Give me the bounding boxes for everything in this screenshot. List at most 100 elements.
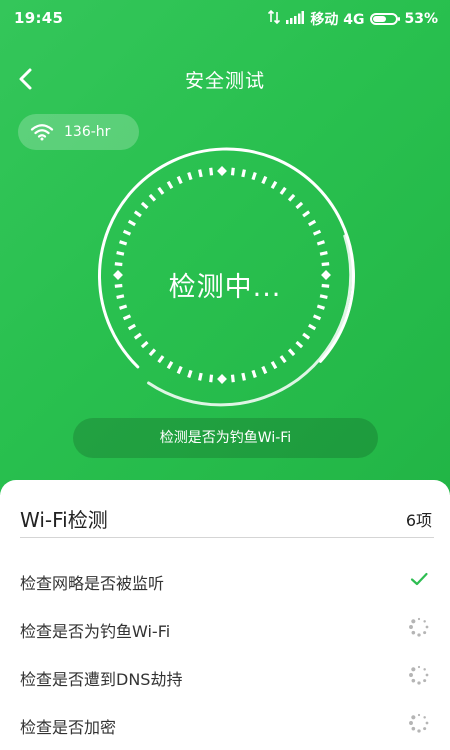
dial-minor-tick [295,340,304,349]
dial-minor-tick [119,240,128,246]
spinner-dot [423,620,426,623]
dial-outer-ring [97,147,355,369]
loading-spinner-icon [409,713,429,733]
sheet-header: Wi-Fi检测 6项 [20,500,432,540]
spinner-dot [411,619,416,624]
dial-minor-tick [251,172,257,181]
dial-minor-tick [308,323,317,331]
dial-sweep-arc [147,234,353,407]
dial-minor-tick [251,369,257,378]
check-item-label: 检查网略是否被监听 [20,574,165,593]
spinner-dot [409,673,413,677]
dial-minor-tick [127,219,136,227]
spinner-dot [409,721,413,725]
dial-minor-tick [279,355,287,364]
battery-percent: 53% [404,11,438,27]
check-item: 检查网略是否被监听 [20,560,430,604]
dial-minor-tick [187,369,193,378]
check-item: 检查是否为钓鱼Wi-Fi [20,608,430,652]
dial-minor-tick [308,219,317,227]
spinner-dot [411,667,416,672]
spinner-dot [411,678,416,683]
loading-spinner-icon [409,665,429,685]
dial-minor-tick [157,186,165,195]
spinner-dot [417,681,421,685]
dial-minor-tick [287,348,296,357]
page-title: 安全测试 [184,70,265,92]
check-item: 检查是否加密 [20,704,430,748]
dial-minor-tick [166,361,174,370]
scan-status-text: 检测中... [168,272,282,303]
dial-minor-tick [316,304,325,310]
dial-minor-tick [127,323,136,331]
status-time: 19:45 [14,9,64,27]
spinner-dot [423,727,427,731]
dial-minor-tick [176,365,183,375]
dial-minor-tick [302,332,311,340]
dial-minor-tick [157,355,165,364]
check-item-label: 检查是否为钓鱼Wi-Fi [20,622,171,641]
scan-header-panel: 19:45 移动 4G 53% 安全测试 136-hr 检测中... 检测是否为… [0,0,450,495]
dial-minor-tick [261,175,268,185]
sheet-title: Wi-Fi检测 [20,508,108,532]
dial-minor-tick [241,372,246,381]
dial-minor-tick [230,374,235,383]
spinner-dot [423,716,426,719]
dial-minor-tick [287,193,296,202]
dial-minor-tick [209,167,214,176]
spinner-dot [425,721,429,725]
check-count: 6项 [405,511,432,530]
check-list-sheet: Wi-Fi检测 6项 检查网略是否被监听 检查是否为钓鱼Wi-Fi 检查是否遭到… [0,480,450,750]
spinner-dot [411,630,416,635]
loading-spinner-icon [409,617,429,637]
spinner-dot [417,617,421,621]
check-item-label: 检查是否遭到DNS劫持 [20,670,183,689]
data-arrows-icon [268,9,281,28]
dial-minor-tick [133,210,142,218]
spinner-dot [411,715,416,720]
dial-minor-tick [116,251,125,256]
dial-minor-tick [230,167,235,176]
dial-minor-tick [316,240,325,246]
dial-minor-tick [312,314,322,321]
dial-minor-tick [312,229,322,236]
dial-minor-tick [302,210,311,218]
dial-minor-tick [140,340,149,349]
dial-major-tick [217,374,227,384]
dial-minor-tick [133,332,142,340]
carrier-label: 移动 4G [310,12,365,28]
current-check-pill: 检测是否为钓鱼Wi-Fi [73,418,378,458]
spinner-dot [409,625,413,629]
checkmark-icon [410,572,428,586]
nav-header: 安全测试 [0,52,450,104]
dial-minor-tick [140,201,149,210]
dial-minor-tick [270,361,278,370]
dial-minor-tick [148,193,157,202]
spinner-dot [417,729,421,733]
dial-minor-tick [241,169,246,178]
spinner-dot [417,713,421,717]
dial-minor-tick [148,348,157,357]
wifi-ssid: 136-hr [64,124,111,140]
check-item-label: 检查是否加密 [20,718,117,737]
dial-minor-tick [187,172,193,181]
dial-minor-tick [209,374,214,383]
dial-minor-tick [279,186,287,195]
dial-minor-tick [176,175,183,185]
signal-icon [286,10,305,28]
dial-minor-tick [119,304,128,310]
dial-minor-tick [198,372,203,381]
dial-minor-tick [198,169,203,178]
dial-minor-tick [166,180,174,189]
spinner-dot [423,668,426,671]
dial-major-tick [217,166,227,176]
spinner-dot [425,673,429,677]
dial-minor-tick [122,314,132,321]
status-right-group: 移动 4G 53% [268,9,438,29]
status-bar: 19:45 移动 4G 53% [0,0,450,36]
spinner-dot [411,726,416,731]
dial-minor-tick [319,251,328,256]
spinner-dot [423,679,427,683]
dial-minor-tick [295,201,304,210]
dial-minor-tick [122,229,132,236]
